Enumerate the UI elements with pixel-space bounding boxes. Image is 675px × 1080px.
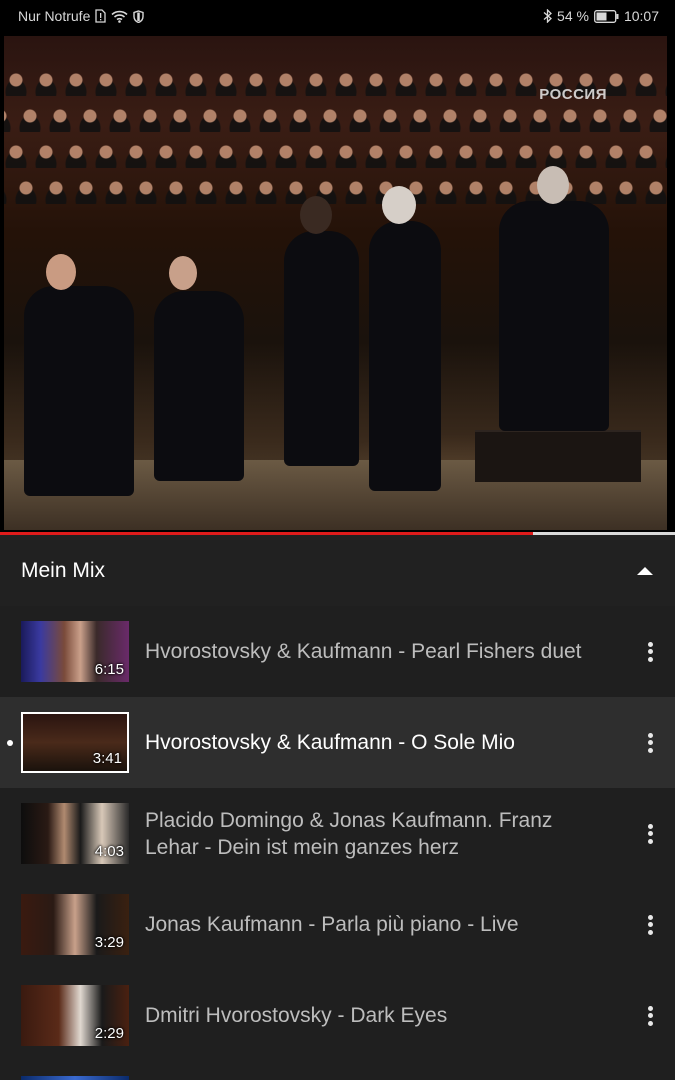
video-duration: 6:15: [94, 661, 124, 678]
video-thumbnail[interactable]: 3:41: [21, 712, 129, 773]
musician-head: [169, 256, 197, 290]
wifi-icon: [111, 10, 128, 23]
video-thumbnail[interactable]: 2:29: [21, 985, 129, 1046]
video-player[interactable]: РОССИЯ: [0, 32, 675, 534]
channel-watermark: РОССИЯ: [539, 86, 607, 103]
now-playing-indicator-icon: [7, 739, 13, 746]
playlist-item[interactable]: 6:15 Hvorostovsky & Kaufmann - Pearl Fis…: [0, 606, 675, 697]
singer-figure: [369, 221, 441, 491]
playlist-title: Mein Mix: [21, 558, 106, 582]
playlist-header[interactable]: Mein Mix: [0, 535, 675, 606]
video-frame: РОССИЯ: [4, 36, 667, 530]
clock: 10:07: [623, 8, 659, 24]
shield-icon: [133, 9, 145, 23]
video-title[interactable]: Hvorostovsky & Kaufmann - O Sole Mio: [145, 729, 600, 756]
musician-figure: [24, 286, 134, 496]
singer-head: [382, 186, 416, 224]
choir-row: [4, 106, 667, 132]
battery-icon: [594, 9, 619, 23]
video-duration: 2:29: [94, 1025, 124, 1042]
singer-figure: [284, 231, 359, 466]
more-options-icon[interactable]: [645, 1003, 655, 1029]
more-options-icon[interactable]: [645, 730, 655, 756]
video-title[interactable]: Hvorostovsky & Kaufmann - Pearl Fishers …: [145, 638, 600, 665]
more-options-icon[interactable]: [645, 912, 655, 938]
battery-percent: 54 %: [557, 8, 589, 24]
video-duration: 4:03: [94, 843, 124, 860]
conductor-podium: [475, 430, 641, 482]
video-title[interactable]: Dmitri Hvorostovsky - Dark Eyes: [145, 1002, 600, 1029]
conductor-figure: [499, 201, 609, 431]
singer-head: [300, 196, 332, 234]
sim-alert-icon: [95, 9, 107, 23]
bluetooth-icon: [543, 9, 552, 23]
more-options-icon[interactable]: [645, 821, 655, 847]
collapse-arrow-icon[interactable]: [637, 566, 653, 575]
more-options-icon[interactable]: [645, 639, 655, 665]
video-thumbnail[interactable]: 3:29: [21, 894, 129, 955]
musician-head: [46, 254, 76, 290]
status-bar: Nur Notrufe 54 % 10:07: [0, 0, 675, 32]
playlist-item[interactable]: 4:03 Placido Domingo & Jonas Kaufmann. F…: [0, 788, 675, 879]
conductor-head: [537, 166, 569, 204]
video-duration: 3:41: [92, 750, 122, 767]
video-thumbnail[interactable]: 4:03: [21, 803, 129, 864]
playlist-item[interactable]: 2:29 Dmitri Hvorostovsky - Dark Eyes: [0, 970, 675, 1061]
video-thumbnail[interactable]: 6:15: [21, 621, 129, 682]
playlist-item[interactable]: 3:41 Hvorostovsky & Kaufmann - O Sole Mi…: [0, 697, 675, 788]
musician-figure: [154, 291, 244, 481]
next-thumbnail-peek: [21, 1076, 129, 1080]
playlist-item[interactable]: 3:29 Jonas Kaufmann - Parla più piano - …: [0, 879, 675, 970]
video-title[interactable]: Placido Domingo & Jonas Kaufmann. Franz …: [145, 807, 600, 861]
playlist: 6:15 Hvorostovsky & Kaufmann - Pearl Fis…: [0, 606, 675, 1061]
video-title[interactable]: Jonas Kaufmann - Parla più piano - Live: [145, 911, 600, 938]
carrier-label: Nur Notrufe: [18, 8, 91, 24]
video-duration: 3:29: [94, 934, 124, 951]
choir-row: [4, 142, 667, 168]
